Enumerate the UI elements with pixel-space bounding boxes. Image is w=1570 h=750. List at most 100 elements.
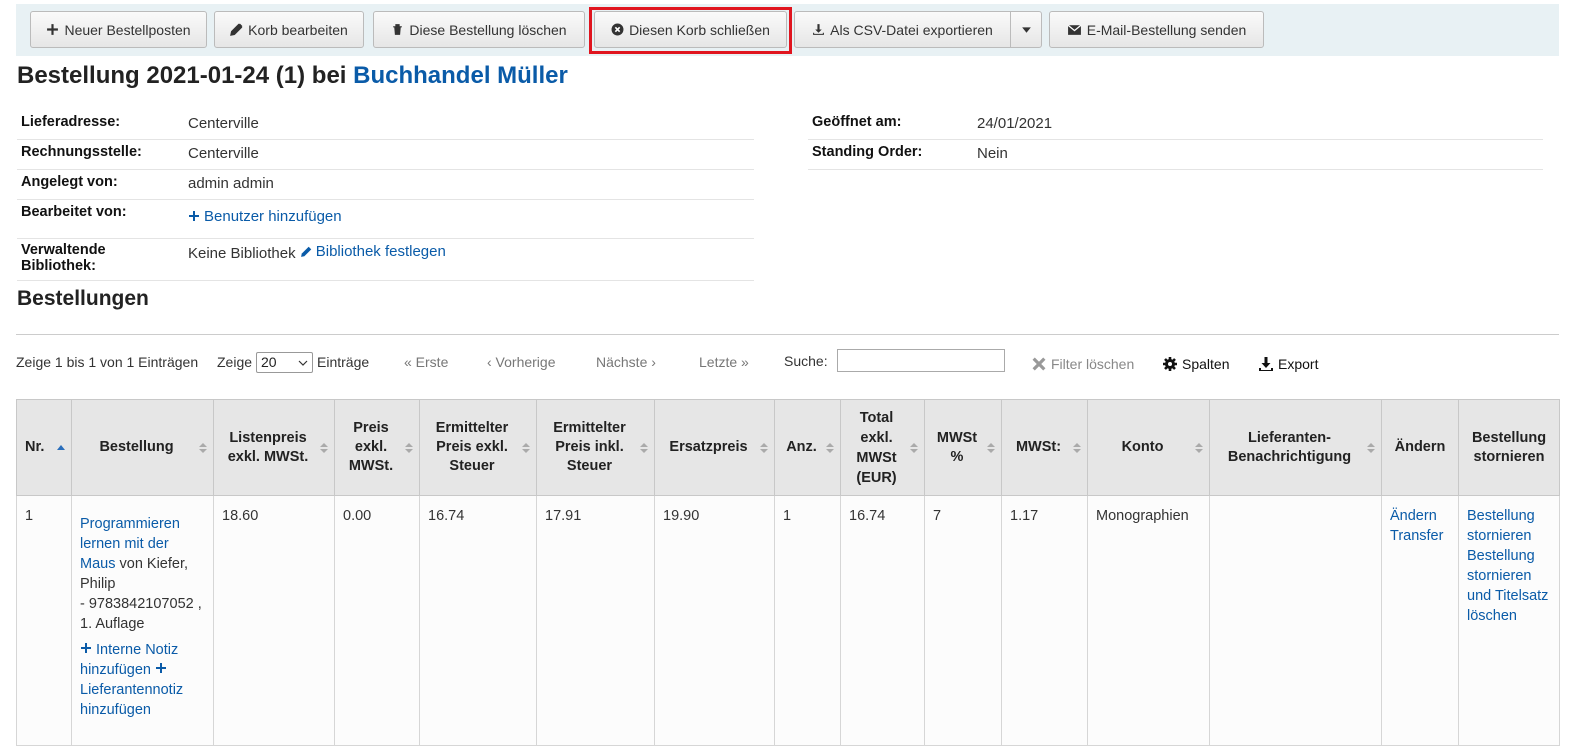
col-header-total-label: Total exkl. MWSt (EUR): [856, 409, 897, 486]
col-header-total[interactable]: Total exkl. MWSt (EUR): [840, 399, 925, 496]
gear-icon: [1163, 357, 1177, 371]
sort-icon: [320, 442, 328, 453]
cell-vendor-note: [1209, 495, 1382, 746]
cell-order: Programmieren lernen mit der Maus von Ki…: [71, 495, 214, 746]
cell-fund: Monographien: [1087, 495, 1210, 746]
col-header-nr-label: Nr.: [25, 439, 45, 455]
trash-icon: [393, 24, 403, 35]
last-page-button[interactable]: Letzte »: [699, 354, 749, 370]
edited-by-cell: Benutzer hinzufügen: [184, 199, 754, 239]
add-user-link[interactable]: Benutzer hinzufügen: [188, 208, 342, 225]
new-order-line-button[interactable]: Neuer Bestellposten: [30, 11, 207, 48]
cell-qty: 1: [774, 495, 841, 746]
col-header-price[interactable]: Preis exkl. MWSt.: [334, 399, 420, 496]
sort-icon: [199, 442, 207, 453]
page-size-value: 20: [261, 354, 277, 370]
col-header-list-price[interactable]: Listenpreis exkl. MWSt.: [213, 399, 335, 496]
columns-button[interactable]: Spalten: [1162, 356, 1229, 372]
clear-filter-button[interactable]: Filter löschen: [1031, 356, 1134, 372]
download-icon: [813, 24, 825, 35]
col-header-est-incl[interactable]: Ermittelter Preis inkl. Steuer: [536, 399, 655, 496]
created-by-value: admin admin: [184, 169, 754, 200]
add-vendor-note-label: Lieferantennotiz hinzufügen: [80, 682, 184, 718]
col-header-tax[interactable]: MWSt:: [1001, 399, 1088, 496]
next-page-button[interactable]: Nächste ›: [596, 354, 656, 370]
col-header-price-label: Preis exkl. MWSt.: [348, 420, 394, 474]
first-page-button[interactable]: « Erste: [404, 354, 448, 370]
cell-tax-pct: 7: [924, 495, 1002, 746]
sort-icon: [987, 442, 995, 453]
opened-label: Geöffnet am:: [808, 110, 973, 140]
export-button[interactable]: Export: [1258, 356, 1318, 372]
page-size-select[interactable]: 20: [256, 352, 313, 373]
times-icon: [1032, 357, 1046, 371]
billing-label: Rechnungsstelle:: [17, 139, 184, 170]
sort-icon: [1367, 442, 1375, 453]
plus-icon: [81, 643, 91, 653]
sort-icon: [405, 442, 413, 453]
table-row: 1 Programmieren lernen mit der Maus von …: [16, 495, 1560, 746]
search-label: Suche:: [784, 353, 828, 369]
plus-icon: [189, 211, 199, 221]
envelope-icon: [1067, 24, 1082, 35]
cell-est-incl: 17.91: [536, 495, 655, 746]
col-header-est-excl[interactable]: Ermittelter Preis exkl. Steuer: [419, 399, 537, 496]
page-title: Bestellung 2021-01-24 (1) bei Buchhandel…: [17, 62, 568, 90]
vendor-link[interactable]: Buchhandel Müller: [353, 62, 568, 89]
col-header-vendor-note[interactable]: Lieferanten-Benachrichtigung: [1209, 399, 1382, 496]
cancel-order-link[interactable]: Bestellung stornieren: [1467, 506, 1551, 546]
email-order-label: E-Mail-Bestellung senden: [1086, 21, 1247, 38]
clear-filter-label: Filter löschen: [1051, 356, 1135, 372]
transfer-link[interactable]: Transfer: [1390, 526, 1450, 546]
col-header-replacement[interactable]: Ersatzpreis: [654, 399, 775, 496]
cell-nr: 1: [16, 495, 72, 746]
download-icon: [1259, 357, 1273, 371]
col-header-order[interactable]: Bestellung: [71, 399, 214, 496]
cancel-and-delete-link[interactable]: Bestellung stornieren und Titelsatz lösc…: [1467, 546, 1551, 626]
export-dropdown-toggle[interactable]: [1010, 11, 1042, 48]
delete-order-button[interactable]: Diese Bestellung löschen: [373, 11, 585, 48]
cell-cancel: Bestellung stornieren Bestellung stornie…: [1458, 495, 1560, 746]
billing-value: Centerville: [184, 139, 754, 170]
page-title-prefix: Bestellung 2021-01-24 (1) bei: [17, 62, 347, 89]
cell-total: 16.74: [840, 495, 925, 746]
cell-modify: Ändern Transfer: [1381, 495, 1459, 746]
basket-info-right: Geöffnet am: 24/01/2021 Standing Order: …: [808, 110, 1543, 170]
opened-value: 24/01/2021: [973, 110, 1543, 140]
set-library-link[interactable]: Bibliothek festlegen: [300, 243, 446, 260]
email-order-button[interactable]: E-Mail-Bestellung senden: [1049, 11, 1264, 48]
export-csv-label: Als CSV-Datei exportieren: [830, 21, 993, 38]
search-input[interactable]: [837, 349, 1005, 372]
col-header-est-incl-label: Ermittelter Preis inkl. Steuer: [553, 420, 626, 474]
close-basket-highlight: [589, 7, 792, 54]
standing-order-value: Nein: [973, 139, 1543, 170]
entries-label: Einträge: [317, 354, 370, 370]
col-header-nr[interactable]: Nr.: [16, 399, 72, 496]
pencil-icon: [230, 23, 243, 36]
edit-basket-button[interactable]: Korb bearbeiten: [214, 11, 364, 48]
sort-icon: [760, 442, 768, 453]
col-header-qty[interactable]: Anz.: [774, 399, 841, 496]
cell-replacement: 19.90: [654, 495, 775, 746]
export-label: Export: [1278, 356, 1319, 372]
basket-info-left: Lieferadresse: Centerville Rechnungsstel…: [17, 110, 754, 281]
toolbar: Neuer Bestellposten Korb bearbeiten Dies…: [16, 4, 1559, 56]
col-header-qty-label: Anz.: [786, 439, 817, 455]
managing-library-value: Keine Bibliothek: [188, 244, 296, 262]
caret-down-icon: [1021, 27, 1031, 33]
modify-link[interactable]: Ändern: [1390, 506, 1450, 526]
isbn-text: - 9783842107052 , 1. Auflage: [80, 596, 202, 632]
col-header-tax-pct[interactable]: MWSt %: [924, 399, 1002, 496]
previous-page-button[interactable]: ‹ Vorherige: [487, 354, 555, 370]
sort-icon: [826, 442, 834, 453]
table-info: Zeige 1 bis 1 von 1 Einträgen: [16, 354, 199, 370]
managing-library-cell: Keine Bibliothek Bibliothek festlegen: [184, 238, 754, 281]
set-library-label: Bibliothek festlegen: [315, 242, 446, 260]
col-header-fund[interactable]: Konto: [1087, 399, 1210, 496]
export-csv-button[interactable]: Als CSV-Datei exportieren: [794, 11, 1011, 48]
cell-tax: 1.17: [1001, 495, 1088, 746]
new-order-line-label: Neuer Bestellposten: [64, 21, 191, 38]
sort-icon: [1195, 442, 1203, 453]
sort-icon: [1073, 442, 1081, 453]
orders-table: Nr. Bestellung Listenpreis exkl. MWSt. P…: [16, 399, 1560, 746]
